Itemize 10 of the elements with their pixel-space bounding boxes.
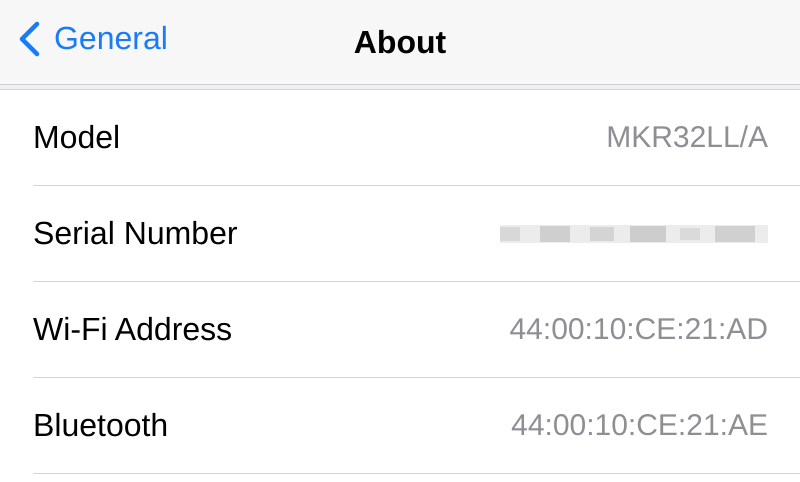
- row-value: MKR32LL/A: [606, 120, 768, 154]
- row-label: Wi-Fi Address: [33, 311, 232, 348]
- row-value: 44:00:10:CE:21:AD: [509, 312, 768, 346]
- back-button[interactable]: General: [18, 20, 168, 57]
- chevron-left-icon: [18, 20, 40, 56]
- row-label: Model: [33, 119, 120, 156]
- row-value: 44:00:10:CE:21:AE: [511, 408, 768, 442]
- page-title: About: [354, 24, 446, 60]
- row-label: Serial Number: [33, 215, 238, 252]
- row-label: Bluetooth: [33, 407, 168, 444]
